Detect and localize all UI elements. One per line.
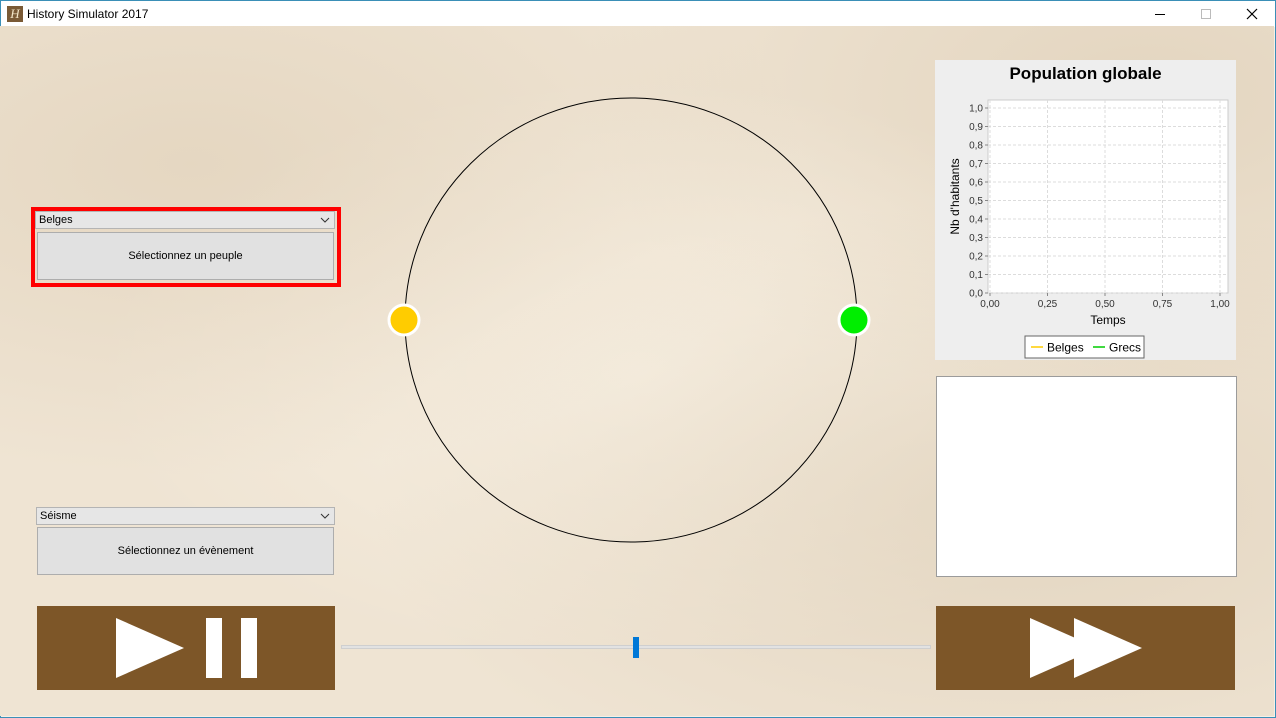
speed-slider-thumb[interactable] (633, 637, 639, 658)
y-tick-label: 0,8 (969, 141, 983, 152)
population-chart: 0,0 0,1 0,2 0,3 0,4 0,5 0,6 0,7 0,8 0,9 1,0 0,00 0,2… (948, 99, 1230, 359)
fast-forward-icon (1030, 618, 1142, 678)
x-tick-label: 0,00 (980, 299, 1000, 310)
node-belges[interactable] (387, 303, 421, 337)
y-axis-label: Nb d'habitants (948, 158, 962, 234)
close-button[interactable] (1229, 1, 1275, 27)
app-icon: H (7, 6, 23, 22)
y-tick-label: 0,0 (969, 289, 983, 300)
play-pause-icon (116, 618, 257, 678)
world-circle (404, 97, 858, 543)
x-axis-label: Temps (1090, 313, 1125, 327)
select-people-button[interactable]: Sélectionnez un peuple (37, 232, 334, 280)
window-title: History Simulator 2017 (27, 7, 149, 21)
x-tick-label: 1,00 (1210, 299, 1230, 310)
x-tick-label: 0,25 (1038, 299, 1058, 310)
people-dropdown-value: Belges (39, 214, 73, 226)
x-tick-label: 0,75 (1153, 299, 1173, 310)
world-map (387, 97, 871, 543)
y-tick-label: 0,1 (969, 270, 983, 281)
maximize-icon (1201, 9, 1211, 19)
close-icon (1246, 8, 1258, 20)
fast-forward-button[interactable] (936, 606, 1235, 690)
y-tick-label: 0,6 (969, 178, 983, 189)
chevron-down-icon (320, 513, 330, 519)
select-event-button[interactable]: Sélectionnez un évènement (37, 527, 334, 575)
event-dropdown-value: Séisme (40, 510, 77, 522)
play-pause-button[interactable] (37, 606, 335, 690)
event-dropdown[interactable]: Séisme (36, 507, 335, 525)
minimize-icon (1155, 14, 1165, 15)
node-grecs[interactable] (837, 303, 871, 337)
y-tick-label: 0,7 (969, 159, 983, 170)
population-chart-panel: Population globale 0,0 0,1 0,2 0,3 0,4 0,5 0,6… (935, 60, 1236, 360)
title-bar: H History Simulator 2017 (1, 1, 1275, 27)
plot-area (987, 99, 1229, 294)
y-tick-label: 0,4 (969, 215, 983, 226)
event-log-panel[interactable] (936, 376, 1237, 577)
y-tick-label: 1,0 (969, 104, 983, 115)
maximize-button[interactable] (1183, 1, 1229, 27)
legend-label: Belges (1047, 341, 1084, 355)
x-tick-label: 0,50 (1095, 299, 1115, 310)
y-tick-label: 0,3 (969, 233, 983, 244)
y-tick-label: 0,5 (969, 196, 983, 207)
chevron-down-icon (320, 217, 330, 223)
people-dropdown[interactable]: Belges (35, 211, 335, 229)
legend-label: Grecs (1109, 341, 1141, 355)
y-tick-label: 0,2 (969, 252, 983, 263)
minimize-button[interactable] (1137, 1, 1183, 27)
y-tick-label: 0,9 (969, 122, 983, 133)
